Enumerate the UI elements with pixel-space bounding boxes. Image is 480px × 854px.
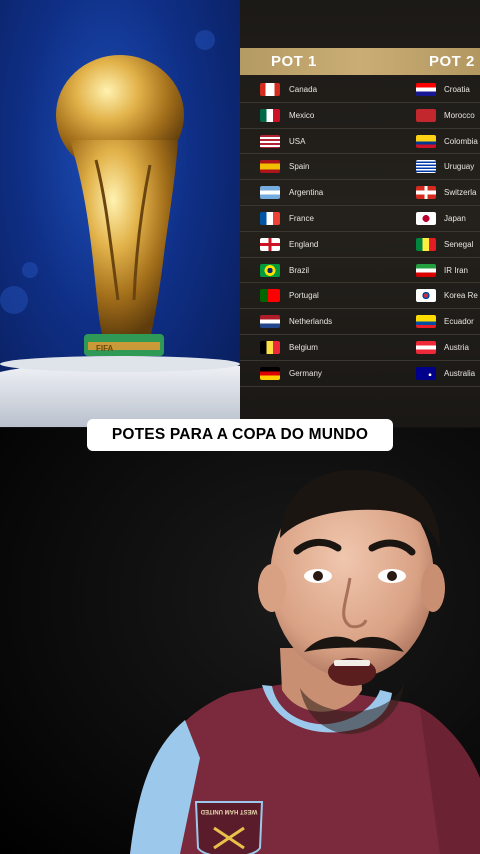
world-cup-pots-table: POT 1 POT 2 Canada Croatia Mexico Morocco US… (240, 0, 480, 428)
pot1-country-name: USA (289, 136, 306, 146)
pot2-country-name: Morocco (444, 110, 475, 120)
pots-table-row: Canada Croatia (240, 77, 480, 103)
pots-header-bar: POT 1 POT 2 (240, 48, 480, 75)
pots-table-row: Belgium Austria (240, 335, 480, 361)
pots-table-row: England Senegal (240, 232, 480, 258)
belgium-flag-icon (260, 340, 280, 354)
usa-flag-icon (260, 134, 280, 148)
presenter-video: WEST HAM UNITED (0, 428, 480, 854)
pots-rows: Canada Croatia Mexico Morocco USA Colombia Spa… (240, 77, 480, 387)
germany-flag-icon (260, 366, 280, 380)
netherlands-flag-icon (260, 315, 280, 329)
pot2-country-name: Colombia (444, 136, 478, 146)
france-flag-icon (260, 211, 280, 225)
england-flag-icon (260, 237, 280, 251)
korea-flag-icon (416, 289, 436, 303)
australia-flag-icon (416, 366, 436, 380)
pot2-country-name: Japan (444, 213, 466, 223)
pot1-country-name: Portugal (289, 291, 319, 301)
pot1-country-name: Netherlands (289, 317, 333, 327)
portugal-flag-icon (260, 289, 280, 303)
pot-1-title: POT 1 (271, 53, 317, 70)
brazil-flag-icon (260, 263, 280, 277)
ecuador-flag-icon (416, 315, 436, 329)
canada-flag-icon (260, 83, 280, 96)
pot1-country-name: France (289, 213, 314, 223)
mexico-flag-icon (260, 108, 280, 122)
pot2-country-name: Senegal (444, 239, 474, 249)
presenter-illustration: WEST HAM UNITED (130, 469, 480, 854)
pot2-country-name: Croatia (444, 85, 470, 94)
pots-table-row: Portugal Korea Re (240, 283, 480, 310)
video-caption: POTES PARA A COPA DO MUNDO (87, 419, 393, 451)
pots-table-row: USA Colombia (240, 129, 480, 155)
pot2-country-name: Ecuador (444, 317, 474, 327)
pot1-country-name: Mexico (289, 110, 315, 120)
pots-table-row: Mexico Morocco (240, 103, 480, 129)
trophy-base-text: FIFA (96, 344, 114, 353)
pot1-country-name: England (289, 239, 319, 249)
trophy-illustration: FIFA (0, 30, 240, 428)
austria-flag-icon (416, 340, 436, 354)
pot1-country-name: Argentina (289, 188, 324, 198)
morocco-flag-icon (416, 108, 436, 122)
pot2-country-name: Uruguay (444, 162, 475, 172)
senegal-flag-icon (416, 237, 436, 251)
jersey-badge-text: WEST HAM UNITED (200, 808, 257, 814)
pot2-country-name: Australia (444, 368, 476, 378)
pot2-country-name: Switzerla (444, 188, 477, 198)
iran-flag-icon (416, 263, 436, 277)
pot1-country-name: Germany (289, 368, 322, 378)
pots-table-row: France Japan (240, 206, 480, 232)
world-cup-trophy-image: FIFA (0, 0, 240, 428)
pot-2-title: POT 2 (429, 53, 475, 70)
japan-flag-icon (416, 211, 436, 225)
pot1-country-name: Spain (289, 162, 310, 172)
pots-table-row: Netherlands Ecuador (240, 309, 480, 335)
pot1-country-name: Brazil (289, 265, 310, 275)
pot2-country-name: IR Iran (444, 265, 469, 275)
spain-flag-icon (260, 160, 280, 174)
top-split-panel: FIFA POT 1 POT 2 Canada Croatia Mexico Moro… (0, 0, 480, 428)
pots-table-row: Brazil IR Iran (240, 258, 480, 284)
pots-table-row: Spain Uruguay (240, 154, 480, 181)
pot1-country-name: Belgium (289, 342, 318, 352)
uruguay-flag-icon (416, 160, 436, 174)
pots-table-row: Argentina Switzerla (240, 180, 480, 206)
pot1-country-name: Canada (289, 85, 318, 94)
pot2-country-name: Korea Re (444, 291, 478, 301)
pot2-country-name: Austria (444, 342, 469, 352)
argentina-flag-icon (260, 186, 280, 200)
colombia-flag-icon (416, 134, 436, 148)
switzerland-flag-icon (416, 186, 436, 200)
pots-table-row: Germany Australia (240, 361, 480, 387)
croatia-flag-icon (416, 83, 436, 96)
